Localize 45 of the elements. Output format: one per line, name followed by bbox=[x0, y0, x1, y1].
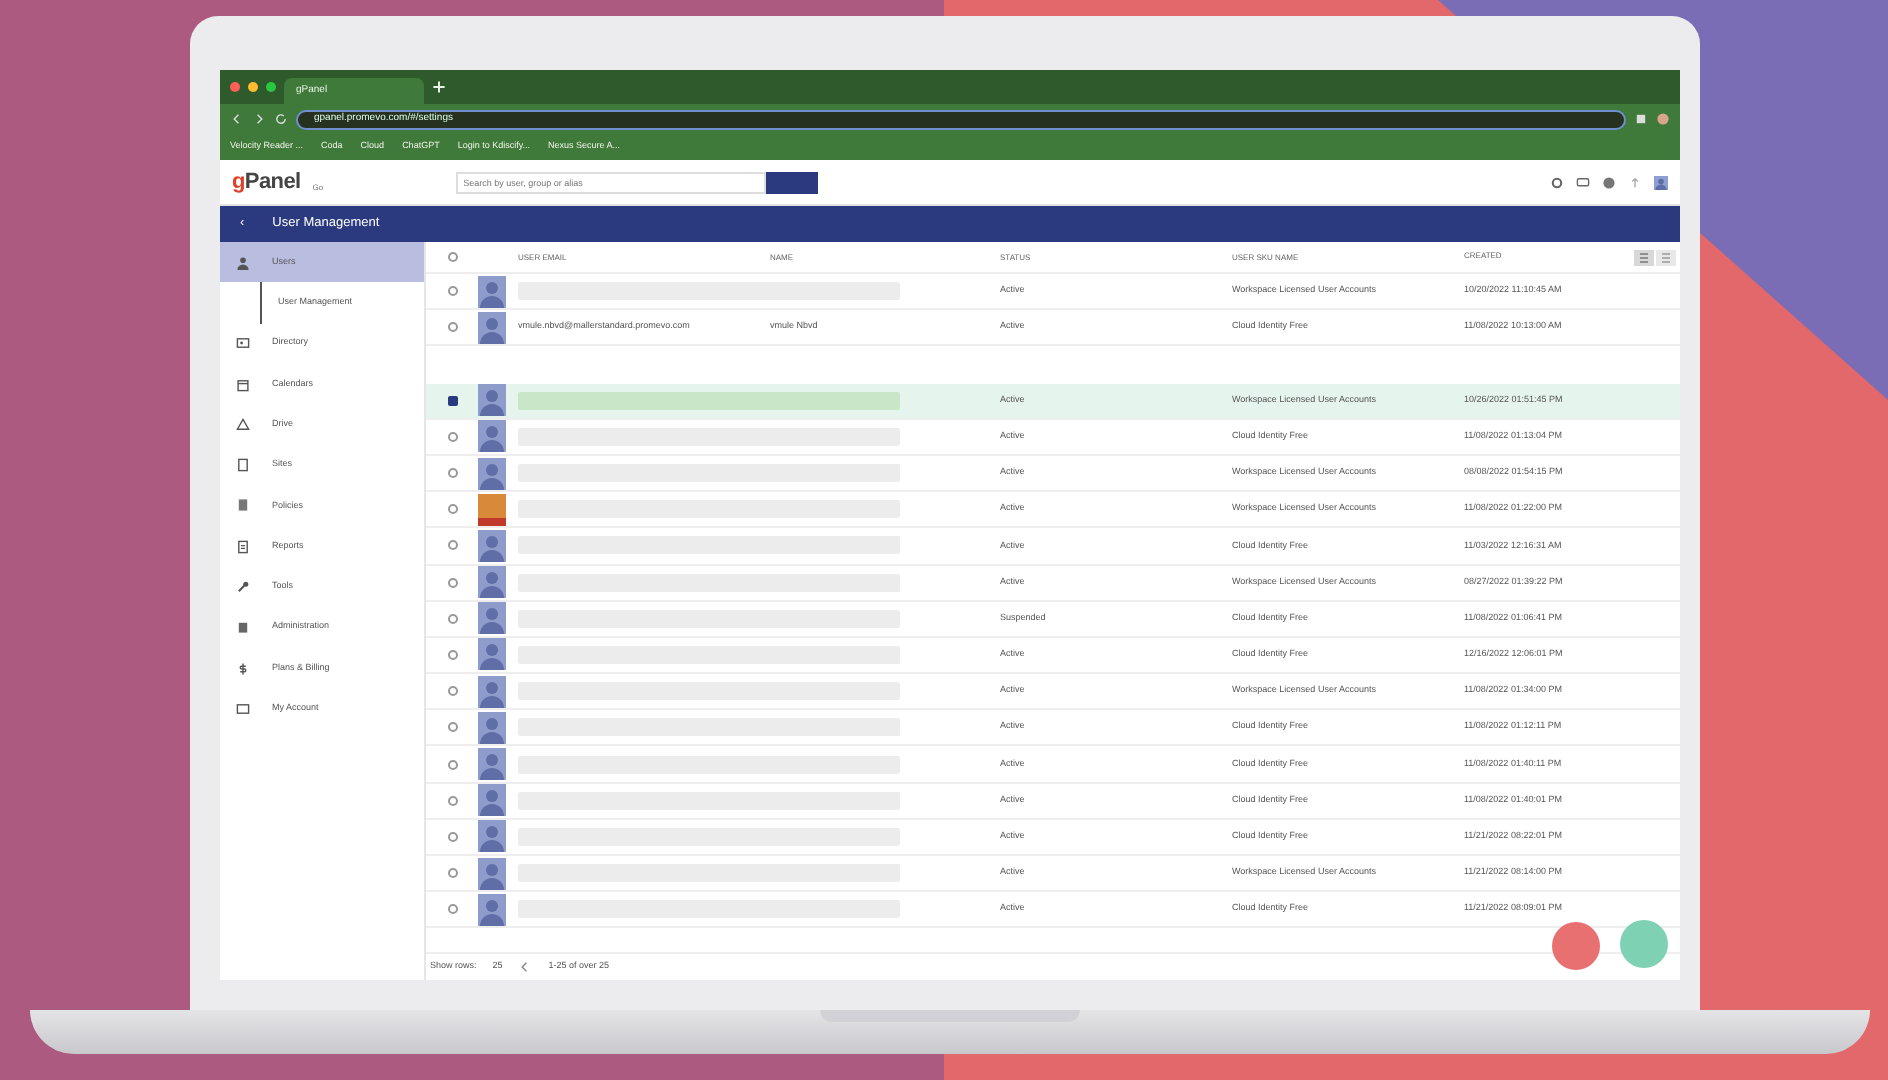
row-checkbox[interactable] bbox=[447, 540, 457, 551]
gear-icon[interactable] bbox=[1550, 175, 1564, 189]
plus-icon[interactable] bbox=[432, 80, 446, 94]
grid-view-icon[interactable] bbox=[1656, 249, 1676, 265]
row-checkbox[interactable] bbox=[447, 649, 457, 660]
dollar-icon bbox=[236, 661, 250, 676]
search-button[interactable] bbox=[765, 171, 818, 193]
row-checkbox[interactable] bbox=[447, 613, 457, 624]
page-icon bbox=[236, 458, 250, 473]
reload-icon[interactable] bbox=[274, 112, 288, 126]
row-checkbox[interactable] bbox=[447, 759, 457, 770]
avatar-icon[interactable] bbox=[1656, 112, 1670, 126]
drive-icon bbox=[236, 417, 250, 432]
select-all-checkbox[interactable] bbox=[447, 252, 457, 262]
user-icon bbox=[236, 255, 250, 270]
report-icon bbox=[236, 539, 250, 554]
row-checkbox[interactable] bbox=[447, 831, 457, 842]
row-checkbox[interactable] bbox=[447, 468, 457, 479]
wrench-icon bbox=[236, 580, 250, 595]
building-icon bbox=[236, 620, 250, 635]
row-checkbox[interactable] bbox=[447, 395, 457, 406]
address-card-icon bbox=[236, 336, 250, 351]
row-checkbox[interactable] bbox=[447, 431, 457, 442]
calendar-icon bbox=[236, 377, 250, 392]
monitor-icon bbox=[236, 701, 250, 716]
app-logo: gPanel bbox=[232, 167, 301, 198]
list-view-icon[interactable] bbox=[1634, 249, 1654, 265]
forward-icon[interactable] bbox=[252, 112, 266, 126]
row-checkbox[interactable] bbox=[447, 286, 457, 297]
upload-icon[interactable] bbox=[1628, 175, 1642, 189]
prev-page-icon[interactable] bbox=[518, 960, 533, 974]
row-checkbox[interactable] bbox=[447, 504, 457, 515]
back-icon[interactable] bbox=[230, 112, 244, 126]
row-checkbox[interactable] bbox=[447, 722, 457, 733]
row-checkbox[interactable] bbox=[447, 577, 457, 588]
extension-icon[interactable] bbox=[1634, 112, 1648, 126]
row-checkbox[interactable] bbox=[447, 686, 457, 697]
help-icon[interactable] bbox=[1602, 175, 1616, 189]
row-checkbox[interactable] bbox=[447, 904, 457, 915]
user-avatar-icon[interactable] bbox=[1654, 175, 1668, 189]
row-checkbox[interactable] bbox=[447, 868, 457, 879]
chat-icon[interactable] bbox=[1576, 175, 1590, 189]
row-checkbox[interactable] bbox=[447, 322, 457, 333]
document-icon bbox=[236, 498, 250, 513]
row-checkbox[interactable] bbox=[447, 795, 457, 806]
